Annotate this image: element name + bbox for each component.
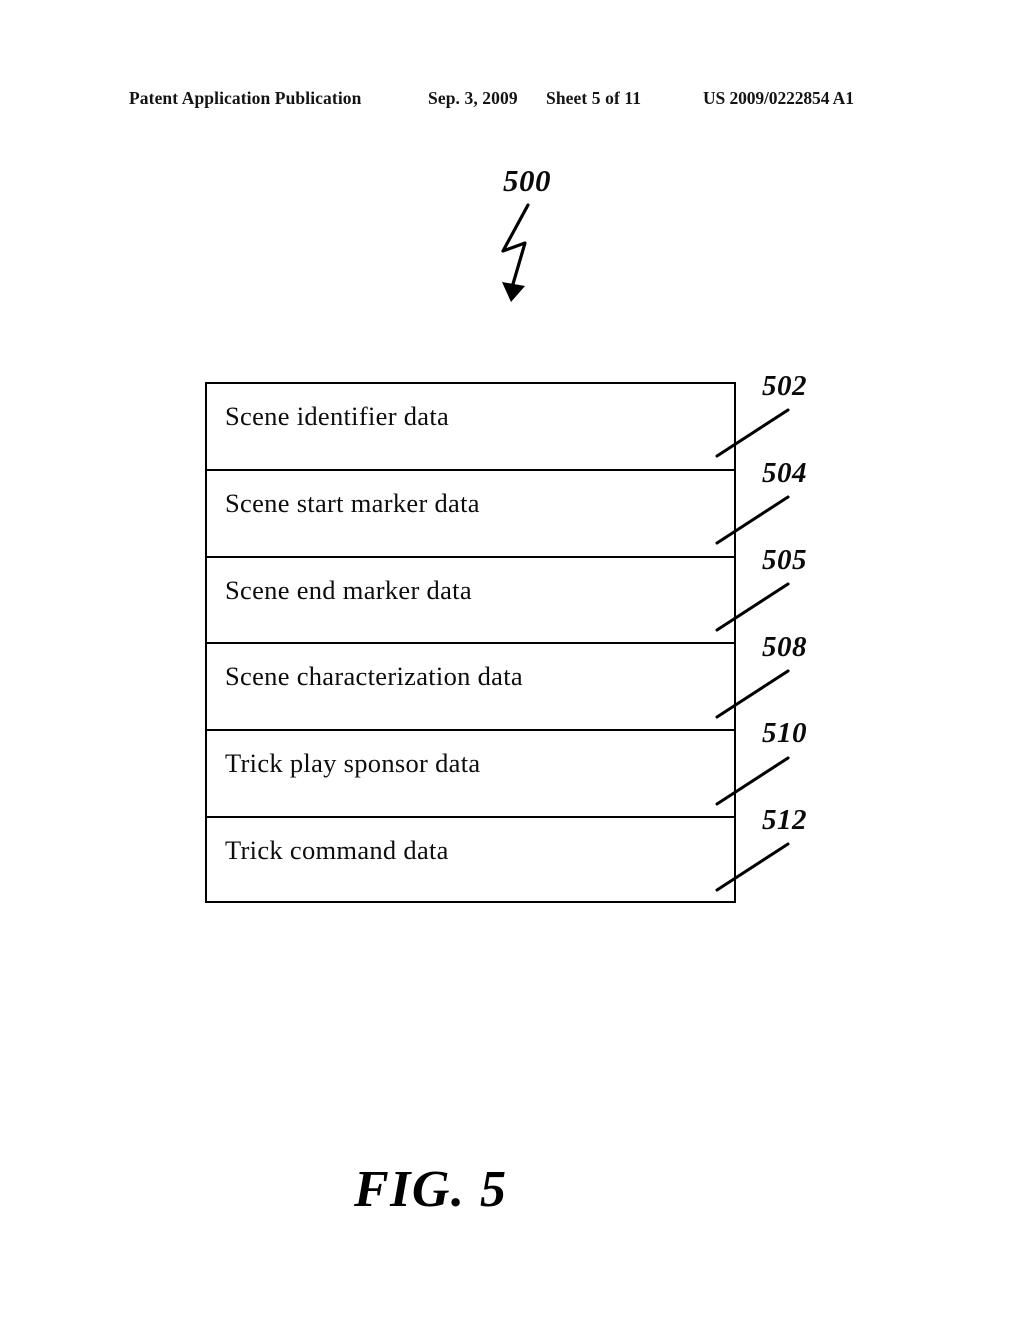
figure-caption: FIG. 5 [354, 1161, 508, 1218]
reference-numeral-504: 504 [762, 457, 807, 489]
header-date-label: Sep. 3, 2009 [428, 88, 518, 108]
structure-row-trick-play-sponsor: Trick play sponsor data [207, 731, 734, 819]
header-patent-number-label: US 2009/0222854 A1 [703, 88, 854, 108]
reference-numeral-500: 500 [503, 163, 551, 198]
reference-numeral-508: 508 [762, 631, 807, 663]
structure-row-label: Trick command data [225, 835, 449, 866]
structure-row-scene-start-marker: Scene start marker data [207, 471, 734, 558]
leader-line-500-arrow [501, 203, 530, 302]
scene-data-structure-box: Scene identifier data Scene start marker… [205, 382, 736, 903]
structure-row-scene-end-marker: Scene end marker data [207, 558, 734, 645]
reference-numeral-505: 505 [762, 544, 807, 576]
structure-row-label: Scene characterization data [225, 661, 523, 692]
structure-row-label: Scene end marker data [225, 574, 472, 605]
reference-numeral-510: 510 [762, 717, 807, 749]
reference-numeral-512: 512 [762, 804, 807, 836]
structure-row-scene-identifier: Scene identifier data [207, 384, 734, 471]
structure-row-scene-characterization: Scene characterization data [207, 644, 734, 732]
structure-row-label: Scene start marker data [225, 487, 480, 518]
reference-numeral-502: 502 [762, 370, 807, 402]
header-sheet-label: Sheet 5 of 11 [546, 88, 642, 108]
header-publication-label: Patent Application Publication [129, 88, 362, 108]
structure-row-trick-command: Trick command data [207, 818, 734, 905]
patent-page-header: Patent Application Publication Sep. 3, 2… [0, 88, 1024, 114]
structure-row-label: Trick play sponsor data [225, 748, 481, 779]
structure-row-label: Scene identifier data [225, 401, 450, 431]
